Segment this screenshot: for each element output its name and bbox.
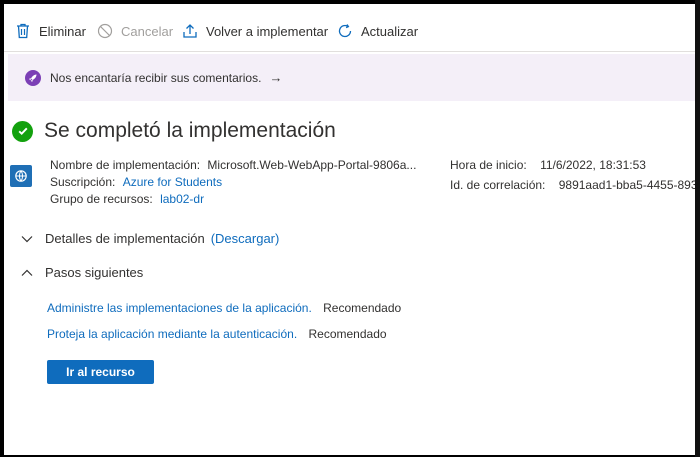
recommended-tag: Recomendado [323, 301, 402, 315]
success-check-icon [12, 120, 33, 142]
deployment-details-section[interactable]: Detalles de implementación (Descargar) [20, 231, 279, 246]
next-step-item: Administre las implementaciones de la ap… [47, 301, 401, 315]
cancel-icon [96, 22, 114, 40]
download-link[interactable]: (Descargar) [211, 231, 280, 246]
next-steps-section[interactable]: Pasos siguientes [20, 265, 143, 280]
resource-group-label: Grupo de recursos: [50, 192, 153, 206]
delete-button[interactable]: Eliminar [14, 20, 86, 42]
arrow-right-icon: → [269, 70, 283, 85]
next-step-item: Proteja la aplicación mediante la autent… [47, 327, 387, 341]
chevron-down-icon [20, 232, 34, 246]
trash-icon [14, 22, 32, 40]
resource-group-link[interactable]: lab02-dr [160, 192, 204, 206]
start-time-value: 11/6/2022, 18:31:53 [540, 158, 646, 172]
refresh-icon [336, 22, 354, 40]
cancel-button[interactable]: Cancelar [96, 20, 173, 42]
start-time-row: Hora de inicio: 11/6/2022, 18:31:53 [450, 158, 646, 172]
subscription-label: Suscripción: [50, 175, 116, 189]
deployment-details-title: Detalles de implementación [45, 231, 205, 246]
chevron-up-icon [20, 266, 34, 280]
feedback-banner[interactable]: Nos encantaría recibir sus comentarios. … [8, 54, 695, 101]
correlation-id-row: Id. de correlación: 9891aad1-bba5-4455-8… [450, 178, 695, 192]
deployment-overview-page: Eliminar Cancelar Volver a implementar A… [4, 4, 695, 455]
deployment-name-label: Nombre de implementación: [50, 158, 201, 172]
refresh-button[interactable]: Actualizar [336, 20, 418, 42]
manage-deployments-link[interactable]: Administre las implementaciones de la ap… [47, 301, 312, 315]
rocket-icon [25, 69, 41, 86]
upload-icon [181, 22, 199, 40]
subscription-row: Suscripción: Azure for Students [50, 175, 222, 189]
refresh-label: Actualizar [361, 23, 419, 39]
redeploy-button[interactable]: Volver a implementar [181, 20, 328, 42]
next-steps-title: Pasos siguientes [45, 265, 144, 280]
toolbar-divider [4, 51, 695, 52]
protect-app-link[interactable]: Proteja la aplicación mediante la autent… [47, 327, 297, 341]
cancel-label: Cancelar [121, 23, 174, 39]
correlation-id-value: 9891aad1-bba5-4455-893 [558, 178, 695, 192]
subscription-link[interactable]: Azure for Students [123, 175, 222, 189]
start-time-label: Hora de inicio: [450, 158, 527, 172]
recommended-tag: Recomendado [308, 327, 387, 341]
redeploy-label: Volver a implementar [206, 23, 329, 39]
resource-group-row: Grupo de recursos: lab02-dr [50, 192, 204, 206]
deployment-name-row: Nombre de implementación: Microsoft.Web-… [50, 158, 416, 172]
delete-label: Eliminar [39, 23, 86, 39]
command-bar: Eliminar Cancelar Volver a implementar A… [4, 4, 695, 50]
deployment-cube-icon [10, 165, 32, 187]
page-title: Se completó la implementación [44, 119, 336, 142]
go-to-resource-button[interactable]: Ir al recurso [47, 360, 154, 384]
correlation-id-label: Id. de correlación: [450, 178, 546, 192]
page-title-row: Se completó la implementación [12, 119, 336, 143]
window-edge [695, 0, 700, 457]
feedback-text: Nos encantaría recibir sus comentarios. [50, 70, 262, 85]
deployment-name-value: Microsoft.Web-WebApp-Portal-9806a... [207, 158, 417, 172]
